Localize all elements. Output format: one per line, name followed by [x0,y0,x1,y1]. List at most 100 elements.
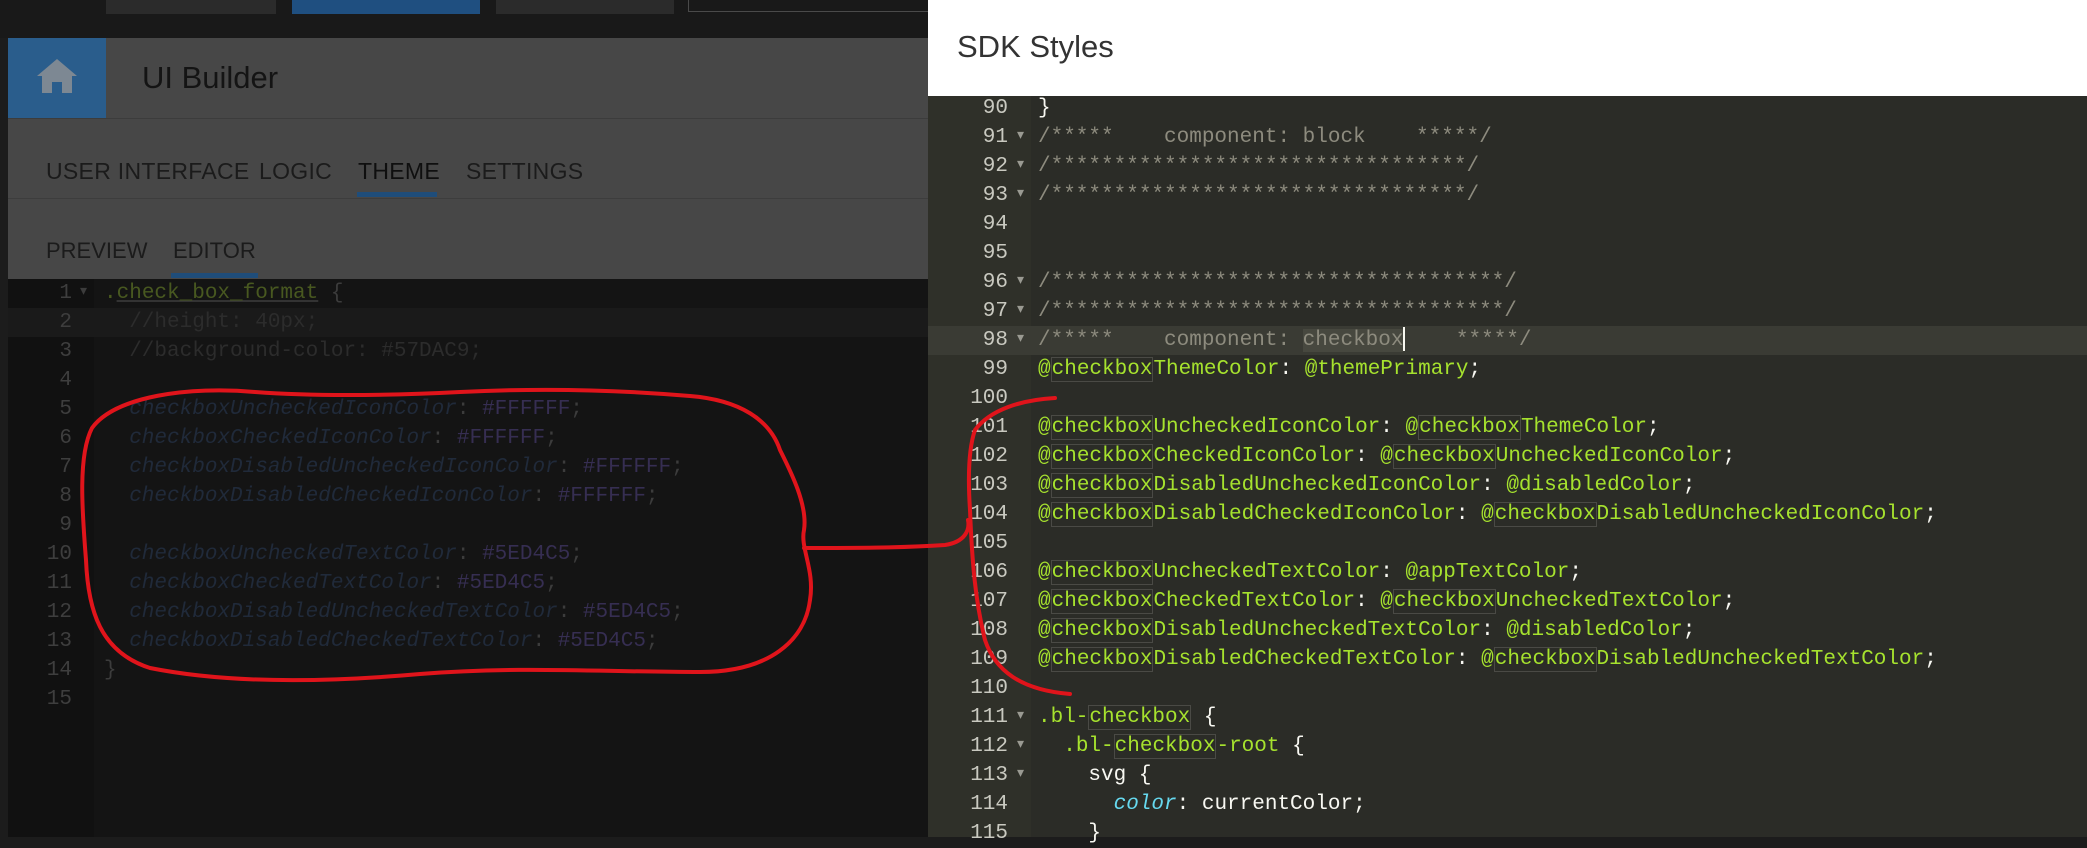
code-token: ; [1682,619,1696,642]
code-line[interactable]: 106 @checkboxUncheckedTextColor: @appText… [928,558,2087,587]
fold-arrow-icon[interactable]: ▾ [1017,267,1024,296]
code-token: @ [1038,358,1051,381]
tab-settings[interactable]: SETTINGS [466,158,583,185]
code-line[interactable]: 99 @checkboxThemeColor: @themePrimary; [928,355,2087,384]
code-line[interactable]: 115 } [928,819,2087,848]
line-code: checkboxDisabledCheckedTextColor: #5ED4C… [104,627,659,656]
code-line[interactable]: 98 ▾ /***** component: checkbox *****/ [928,326,2087,355]
code-token: checkbox [1113,734,1217,759]
code-line[interactable]: 11 checkboxCheckedTextColor: #5ED4C5; [8,569,928,598]
line-code: /*********************************/ [1038,152,1479,181]
code-line[interactable]: 92 ▾ /*********************************/ [928,152,2087,181]
line-number: 3 [59,340,72,363]
code-line[interactable]: 15 [8,685,928,714]
code-token: : [557,601,583,624]
tab-logic[interactable]: LOGIC [259,158,332,185]
code-line[interactable]: 114 color: currentColor; [928,790,2087,819]
line-code: /************************************/ [1038,268,1517,297]
code-line[interactable]: 10 checkboxUncheckedTextColor: #5ED4C5; [8,540,928,569]
code-line[interactable]: 113 ▾ svg { [928,761,2087,790]
code-line[interactable]: 100 [928,384,2087,413]
code-line[interactable]: 12 checkboxDisabledUncheckedTextColor: #… [8,598,928,627]
code-line[interactable]: 109 @checkboxDisabledCheckedTextColor: @c… [928,645,2087,674]
code-line[interactable]: 102 @checkboxCheckedIconColor: @checkboxU… [928,442,2087,471]
code-line[interactable]: 90} [928,94,2087,123]
code-token: checkbox [1050,647,1154,672]
toolbar-button-active[interactable] [292,0,480,14]
code-line[interactable]: 1 ▾ .check_box_format { [8,279,928,308]
code-token: .bl- [1038,706,1089,729]
code-line[interactable]: 101 @checkboxUncheckedIconColor: @checkbo… [928,413,2087,442]
code-line[interactable]: 105 [928,529,2087,558]
code-token: . [104,282,117,305]
subtab-preview[interactable]: PREVIEW [46,238,147,264]
code-token: checkbox [1050,560,1154,585]
code-line[interactable]: 97 ▾ /************************************… [928,297,2087,326]
code-line[interactable]: 14} [8,656,928,685]
code-token: DisabledUncheckedIconColor [1153,474,1482,497]
code-token: : [557,456,583,479]
fold-arrow-icon[interactable]: ▾ [80,278,87,307]
fold-arrow-icon[interactable]: ▾ [1017,122,1024,151]
code-token: #FFFFFF [582,456,672,479]
home-button[interactable] [8,38,106,118]
code-token: : [1279,358,1305,381]
line-number: 106 [970,561,1008,584]
fold-arrow-icon[interactable]: ▾ [1017,151,1024,180]
code-line[interactable]: 96 ▾ /************************************… [928,268,2087,297]
fold-arrow-icon[interactable]: ▾ [1017,325,1024,354]
code-line[interactable]: 6 checkboxCheckedIconColor: #FFFFFF; [8,424,928,453]
code-token: /************************************/ [1038,271,1517,294]
code-line[interactable]: 108 @checkboxDisabledUncheckedTextColor: … [928,616,2087,645]
code-token: ; [1924,503,1937,526]
fold-arrow-icon[interactable]: ▾ [1017,702,1024,731]
toolbar-input[interactable] [688,0,930,12]
code-line[interactable]: 5 checkboxUncheckedIconColor: #FFFFFF; [8,395,928,424]
code-line[interactable]: 111 ▾ .bl-checkbox { [928,703,2087,732]
tab-theme[interactable]: THEME [358,158,440,185]
header-divider [8,118,928,119]
line-code: checkboxDisabledCheckedIconColor: #FFFFF… [104,482,658,511]
code-line[interactable]: 3 //background-color: #57DAC9; [8,337,928,366]
code-token: DisabledUncheckedTextColor [1596,648,1925,671]
toolbar-button[interactable] [106,0,276,14]
code-token: : [431,427,457,450]
code-line[interactable]: 95 [928,239,2087,268]
line-number: 108 [970,619,1008,642]
tab-user-interface[interactable]: USER INTERFACE [46,158,250,185]
code-token: ; [545,427,558,450]
code-token: CheckedTextColor [1153,590,1356,613]
code-line[interactable]: 13 checkboxDisabledCheckedTextColor: #5E… [8,627,928,656]
code-line[interactable]: 107 @checkboxCheckedTextColor: @checkboxU… [928,587,2087,616]
code-token: ThemeColor [1153,358,1280,381]
fold-arrow-icon[interactable]: ▾ [1017,180,1024,209]
code-line[interactable]: 91 ▾ /***** component: block *****/ [928,123,2087,152]
line-number: 110 [970,677,1008,700]
subtab-editor[interactable]: EDITOR [173,238,256,264]
code-line[interactable]: 4 [8,366,928,395]
theme-code-editor[interactable]: 1 ▾ .check_box_format {2 //height: 40px; 3 … [8,279,928,837]
fold-arrow-icon[interactable]: ▾ [1017,760,1024,789]
code-token: ; [645,630,659,653]
code-line[interactable]: 103 @checkboxDisabledUncheckedIconColor: … [928,471,2087,500]
fold-arrow-icon[interactable]: ▾ [1017,731,1024,760]
code-line[interactable]: 110 [928,674,2087,703]
line-code: /************************************/ [1038,297,1517,326]
code-line[interactable]: 9 [8,511,928,540]
code-line[interactable]: 104 @checkboxDisabledCheckedIconColor: @c… [928,500,2087,529]
code-line[interactable]: 7 checkboxDisabledUncheckedIconColor: #F… [8,453,928,482]
line-number: 101 [970,416,1008,439]
fold-arrow-icon[interactable]: ▾ [1017,296,1024,325]
code-token: } [1038,822,1102,845]
code-token: : [1355,590,1381,613]
code-line[interactable]: 2 //height: 40px; [8,308,928,337]
line-number: 99 [982,358,1008,381]
line-code: @checkboxDisabledUncheckedIconColor: @di… [1038,471,1695,500]
code-token: -root [1216,735,1280,758]
code-line[interactable]: 93 ▾ /*********************************/ [928,181,2087,210]
toolbar-button[interactable] [496,0,674,14]
code-line[interactable]: 112 ▾ .bl-checkbox-root { [928,732,2087,761]
code-line[interactable]: 8 checkboxDisabledCheckedIconColor: #FFF… [8,482,928,511]
code-line[interactable]: 94 [928,210,2087,239]
